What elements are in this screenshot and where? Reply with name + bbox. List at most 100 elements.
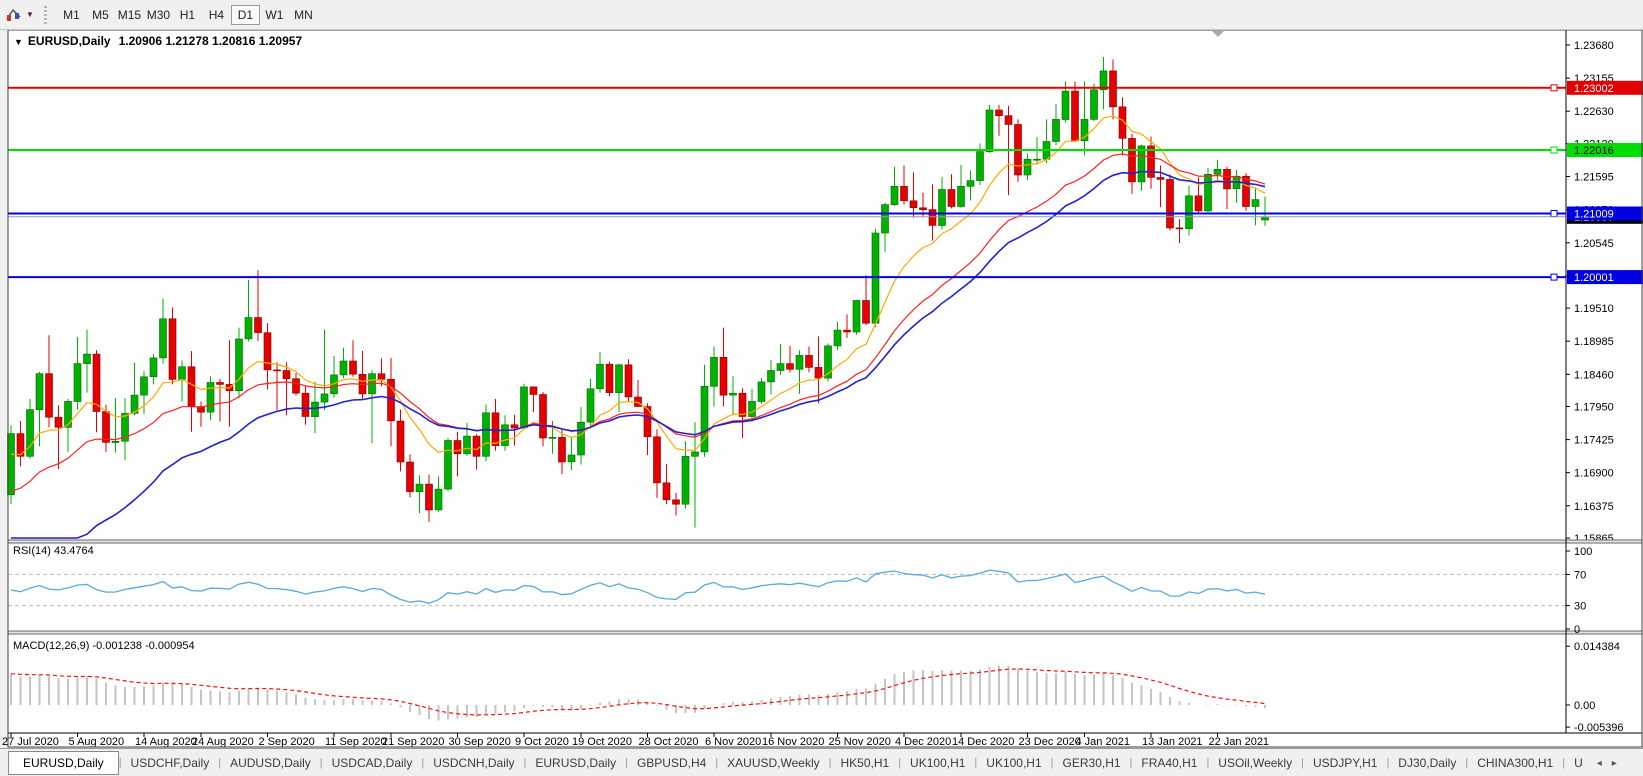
bull-candle xyxy=(777,364,784,371)
bull-candle xyxy=(112,441,119,442)
timeframe-d1[interactable]: D1 xyxy=(231,5,260,25)
date-label: 21 Sep 2020 xyxy=(382,736,444,748)
bear-candle xyxy=(46,374,53,418)
rsi-label: RSI(14) 43.4764 xyxy=(13,545,94,557)
bull-candle xyxy=(578,422,585,455)
tab-usdjpy-h1[interactable]: USDJPY,H1 xyxy=(1304,752,1386,774)
rsi-tick-label: 30 xyxy=(1574,601,1586,613)
hline-drag-handle[interactable] xyxy=(1551,147,1557,153)
bear-candle xyxy=(293,379,300,394)
tab-dj30-daily[interactable]: DJ30,Daily xyxy=(1389,752,1465,774)
date-label: 5 Aug 2020 xyxy=(69,736,125,748)
bear-candle xyxy=(815,367,822,378)
bear-candle xyxy=(1110,71,1117,107)
toolbar-grip-handle[interactable] xyxy=(44,6,47,24)
bear-candle xyxy=(1195,196,1202,211)
tab-usdcad-daily[interactable]: USDCAD,Daily xyxy=(323,752,422,774)
date-label: 25 Nov 2020 xyxy=(829,736,891,748)
hline-price-text: 1.23002 xyxy=(1574,83,1614,95)
bull-candle xyxy=(8,434,15,495)
bear-candle xyxy=(1005,116,1012,125)
hline-drag-handle[interactable] xyxy=(1551,85,1557,91)
bear-candle xyxy=(720,357,727,395)
collapse-caret-icon[interactable]: ▼ xyxy=(14,37,23,47)
tab-uk100-h1[interactable]: UK100,H1 xyxy=(977,752,1050,774)
macd-tick-label: 0.00 xyxy=(1574,700,1595,712)
hline-drag-handle[interactable] xyxy=(1551,274,1557,280)
date-label: 19 Oct 2020 xyxy=(572,736,632,748)
chart-symbol-timeframe: EURUSD,Daily xyxy=(28,34,111,48)
timeframe-m30[interactable]: M30 xyxy=(144,5,173,25)
price-tick-label: 1.19510 xyxy=(1574,303,1614,315)
timeframe-mn[interactable]: MN xyxy=(289,5,318,25)
bull-candle xyxy=(796,355,803,369)
bear-candle xyxy=(255,318,262,333)
timeframe-m15[interactable]: M15 xyxy=(115,5,144,25)
hline-price-text: 1.20001 xyxy=(1574,272,1614,284)
bear-candle xyxy=(350,361,357,374)
bull-candle xyxy=(74,364,81,402)
bear-candle xyxy=(93,354,100,411)
chart-canvas[interactable]: 1.236801.231551.226301.221201.215951.210… xyxy=(0,0,1643,776)
tab-scroll-right-icon[interactable]: ▸ xyxy=(1607,758,1622,769)
bull-candle xyxy=(692,452,699,456)
timeframe-m1[interactable]: M1 xyxy=(57,5,86,25)
timeframe-toolbar: ▼ M1M5M15M30H1H4D1W1MN xyxy=(0,0,1643,30)
tab-usdchf-daily[interactable]: USDCHF,Daily xyxy=(122,752,219,774)
tab-eurusd-daily[interactable]: EURUSD,Daily xyxy=(8,751,119,775)
tab-xauusd-weekly[interactable]: XAUUSD,Weekly xyxy=(718,752,828,774)
bear-candle xyxy=(378,374,385,380)
bear-candle xyxy=(540,395,547,439)
timeframe-h1[interactable]: H1 xyxy=(173,5,202,25)
tab-eurusd-daily[interactable]: EURUSD,Daily xyxy=(526,752,625,774)
mt4-trading-screen: ▼ M1M5M15M30H1H4D1W1MN 1.236801.231551.2… xyxy=(0,0,1643,776)
tab-scroll-left-icon[interactable]: ◂ xyxy=(1592,758,1607,769)
tab-hk50-h1[interactable]: HK50,H1 xyxy=(831,752,898,774)
date-label: 22 Jan 2021 xyxy=(1209,736,1270,748)
rsi-tick-label: 0 xyxy=(1574,624,1580,636)
chart-objects-icon[interactable] xyxy=(5,6,23,24)
price-tick-label: 1.17425 xyxy=(1574,435,1614,447)
price-tick-label: 1.18985 xyxy=(1574,336,1614,348)
bear-candle xyxy=(530,387,537,395)
bear-candle xyxy=(644,407,651,437)
bull-candle xyxy=(977,152,984,181)
tab-uk100-h1[interactable]: UK100,H1 xyxy=(901,752,974,774)
date-label: 6 Nov 2020 xyxy=(705,736,761,748)
timeframe-m5[interactable]: M5 xyxy=(86,5,115,25)
tab-audusd-daily[interactable]: AUDUSD,Daily xyxy=(221,752,320,774)
tab-usdcnh-daily[interactable]: USDCNH,Daily xyxy=(424,752,523,774)
date-label: 4 Dec 2020 xyxy=(895,736,951,748)
bear-candle xyxy=(1157,178,1164,180)
bear-candle xyxy=(397,421,404,462)
bull-candle xyxy=(958,186,965,206)
bear-candle xyxy=(55,417,62,427)
bear-candle xyxy=(844,330,851,332)
tab-u[interactable]: U xyxy=(1565,752,1592,774)
macd-tick-label: 0.014384 xyxy=(1574,641,1620,653)
rsi-tick-label: 100 xyxy=(1574,546,1592,558)
bear-candle xyxy=(929,210,936,226)
hline-drag-handle[interactable] xyxy=(1551,211,1557,217)
tab-gbpusd-h4[interactable]: GBPUSD,H4 xyxy=(628,752,715,774)
chevron-down-icon[interactable]: ▼ xyxy=(26,10,34,19)
bull-candle xyxy=(749,401,756,416)
tab-china300-h1[interactable]: CHINA300,H1 xyxy=(1468,752,1562,774)
tab-ger30-h1[interactable]: GER30,H1 xyxy=(1054,752,1130,774)
date-label: 9 Oct 2020 xyxy=(515,736,569,748)
bull-candle xyxy=(236,339,243,391)
bear-candle xyxy=(1176,228,1183,229)
tab-usoil-weekly[interactable]: USOil,Weekly xyxy=(1209,752,1301,774)
chart-element xyxy=(8,30,1642,747)
timeframe-h4[interactable]: H4 xyxy=(202,5,231,25)
price-tick-label: 1.16375 xyxy=(1574,501,1614,513)
bear-candle xyxy=(625,365,632,397)
price-tick-label: 1.16900 xyxy=(1574,468,1614,480)
bull-candle xyxy=(416,484,423,492)
bull-candle xyxy=(967,181,974,187)
timeframe-w1[interactable]: W1 xyxy=(260,5,289,25)
date-label: 11 Sep 2020 xyxy=(325,736,387,748)
bull-candle xyxy=(834,330,841,346)
tab-fra40-h1[interactable]: FRA40,H1 xyxy=(1132,752,1206,774)
bull-candle xyxy=(141,377,148,395)
